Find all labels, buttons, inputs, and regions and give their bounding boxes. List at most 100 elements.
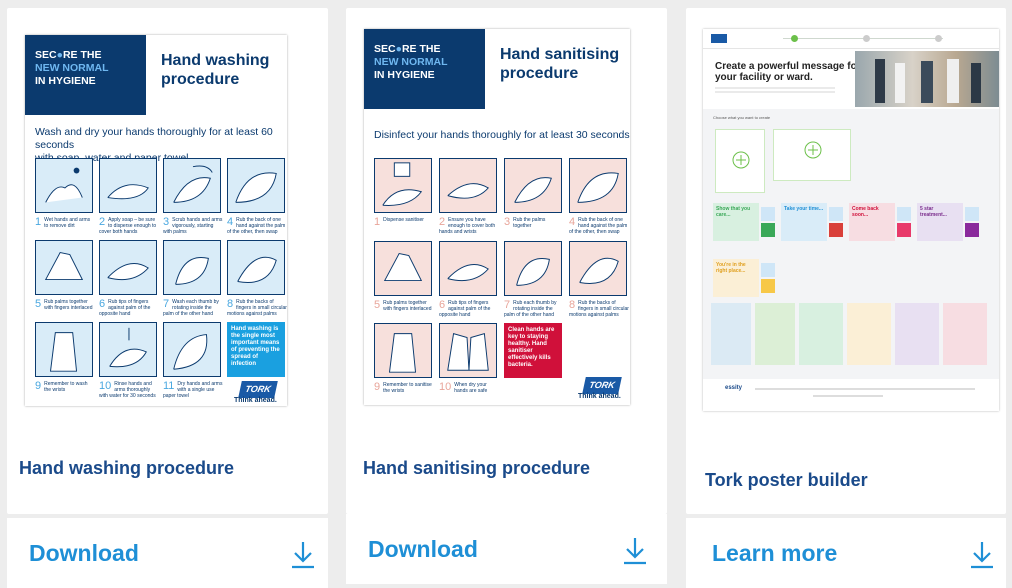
step-illustration <box>163 158 221 213</box>
secure-the-new-normal-badge: SEC●RE THE NEW NORMAL IN HYGIENE <box>25 35 146 115</box>
star-icon <box>965 223 979 237</box>
download-arrow-icon <box>624 538 646 565</box>
template-preview[interactable] <box>755 303 795 365</box>
step-illustration <box>163 240 221 295</box>
download-label: Download <box>29 540 139 566</box>
download-label: Download <box>368 536 478 562</box>
tork-logo <box>711 34 727 43</box>
clock-icon <box>829 223 843 237</box>
thumb-icon <box>761 207 775 221</box>
card-hand-sanitising: SEC●RE THE NEW NORMAL IN HYGIENE Hand sa… <box>346 8 667 514</box>
builder-nav <box>703 29 999 49</box>
thumb-icon <box>761 263 775 277</box>
builder-content-area: Choose what you want to create Show that… <box>703 109 999 379</box>
progress-dot <box>863 35 870 42</box>
tagline: Think ahead. <box>578 393 621 400</box>
step-illustration <box>569 158 627 213</box>
hospital-staff-photo <box>855 51 999 107</box>
create-poster-option[interactable] <box>773 129 851 181</box>
step-caption: 9 Remember to wash the wrists <box>35 380 88 394</box>
step-illustration <box>99 158 157 213</box>
step-caption: 7 Rub each thumb by rotating inside the p… <box>504 299 557 319</box>
download-button[interactable]: Download <box>7 518 328 588</box>
step-caption: 10 When dry your hands are safe <box>439 381 488 395</box>
step-illustration <box>374 158 432 213</box>
template-preview[interactable] <box>943 303 987 365</box>
sun-icon <box>897 223 911 237</box>
bulb-icon <box>761 279 775 293</box>
step-caption: 5 Rub palms together with fingers interla… <box>35 298 93 312</box>
step-caption: 7 Wash each thumb by rotating inside the … <box>163 298 219 318</box>
thumb-icon <box>829 207 843 221</box>
step-caption: 5 Rub palms together with fingers interla… <box>374 299 432 313</box>
poster-builder-screenshot[interactable]: Create a powerful message for your facil… <box>703 29 999 411</box>
builder-footer: essity <box>703 381 999 411</box>
step-caption: 4 Rub the back of one hand against the pa… <box>227 216 286 236</box>
step-caption: 8 Rub the backs of fingers in small circu… <box>569 299 629 319</box>
hand-sanitising-callout: Clean hands are key to staying healthy. … <box>504 323 562 378</box>
hand-washing-callout: Hand washing is the single most importan… <box>227 322 285 377</box>
poster-subtitle: Disinfect your hands thoroughly for at l… <box>374 129 630 141</box>
card-tork-poster-builder: Create a powerful message for your facil… <box>686 8 1006 514</box>
step-caption: 2 Apply soap – be sure to disperse enough… <box>99 216 157 236</box>
template-preview[interactable] <box>895 303 939 365</box>
step-illustration <box>227 158 285 213</box>
download-arrow-icon <box>971 542 993 569</box>
step-illustration <box>439 158 497 213</box>
poster-title: Hand washing procedure <box>161 52 270 88</box>
section-label: Choose what you want to create <box>713 115 771 120</box>
step-illustration <box>439 241 497 296</box>
tork-logo: TORK <box>238 381 278 398</box>
progress-dot <box>935 35 942 42</box>
progress-dot <box>791 35 798 42</box>
step-illustration <box>99 240 157 295</box>
step-caption: 3 Scrub hands and arms vigorously, starti… <box>163 216 223 236</box>
step-caption: 6 Rub tips of fingers against palm of the… <box>99 298 151 318</box>
card-title[interactable]: Hand sanitising procedure <box>363 458 590 479</box>
template-tile[interactable]: 5 star treatment... <box>917 203 963 241</box>
step-illustration <box>374 323 432 378</box>
hand-washing-poster-image[interactable]: SEC●RE THE NEW NORMAL IN HYGIENE Hand wa… <box>25 35 287 406</box>
create-poster-option[interactable] <box>715 129 765 193</box>
tagline: Think ahead. <box>234 397 277 404</box>
card-hand-washing: SEC●RE THE NEW NORMAL IN HYGIENE Hand wa… <box>7 8 328 514</box>
learn-more-button[interactable]: Learn more <box>686 518 1006 588</box>
secure-the-new-normal-badge: SEC●RE THE NEW NORMAL IN HYGIENE <box>364 29 485 109</box>
template-tile[interactable]: Come back soon... <box>849 203 895 241</box>
step-caption: 11 Dry hands and arms with a single use p… <box>163 380 223 400</box>
step-illustration <box>35 158 93 213</box>
template-tile[interactable]: Show that you care... <box>713 203 759 241</box>
step-caption: 4 Rub the back of one hand against the pa… <box>569 216 628 236</box>
hand-sanitising-poster-image[interactable]: SEC●RE THE NEW NORMAL IN HYGIENE Hand sa… <box>364 29 630 405</box>
step-illustration <box>439 323 497 378</box>
step-caption: 2 Ensure you have enough to cover both ha… <box>439 216 496 236</box>
learn-more-label: Learn more <box>712 540 838 566</box>
template-preview[interactable] <box>711 303 751 365</box>
thumb-icon <box>761 223 775 237</box>
step-caption: 10 Rinse hands and arms thoroughly with w… <box>99 380 156 400</box>
step-caption: 9 Remember to sanitise the wrists <box>374 381 432 395</box>
step-caption: 3 Rub the palms together <box>504 216 546 230</box>
step-caption: 8 Rub the backs of fingers in small circu… <box>227 298 287 318</box>
step-illustration <box>163 322 221 377</box>
tork-logo: TORK <box>582 377 622 394</box>
template-tile[interactable]: Take your time... <box>781 203 827 241</box>
poster-title: Hand sanitising procedure <box>500 46 620 82</box>
card-title[interactable]: Hand washing procedure <box>19 458 234 479</box>
builder-intro-text <box>715 87 835 95</box>
step-caption: 6 Rub tips of fingers against palm of the… <box>439 299 491 319</box>
step-illustration <box>569 241 627 296</box>
essity-logo: essity <box>725 385 743 391</box>
template-preview[interactable] <box>847 303 891 365</box>
step-caption: 1 Dispense sanitiser <box>374 216 424 228</box>
card-title[interactable]: Tork poster builder <box>705 470 868 491</box>
template-preview[interactable] <box>799 303 843 365</box>
thumb-icon <box>897 207 911 221</box>
download-arrow-icon <box>292 542 314 569</box>
step-illustration <box>35 322 93 377</box>
download-button[interactable]: Download <box>346 514 667 584</box>
step-illustration <box>504 241 562 296</box>
step-illustration <box>374 241 432 296</box>
template-tile[interactable]: You're in the right place... <box>713 259 759 297</box>
builder-headline: Create a powerful message for your facil… <box>715 61 861 83</box>
